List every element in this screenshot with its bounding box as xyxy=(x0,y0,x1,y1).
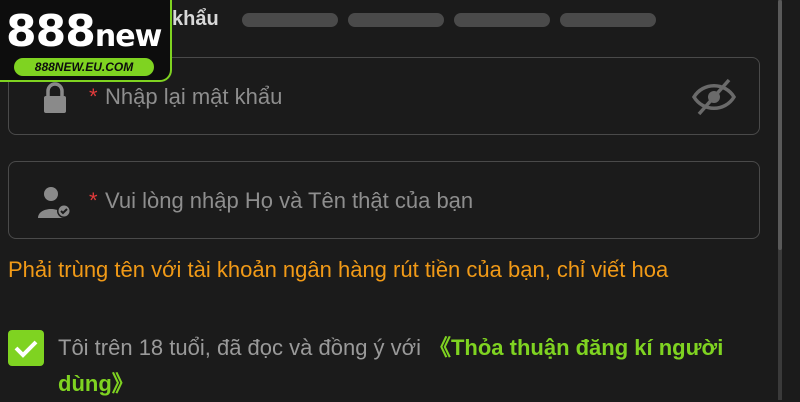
confirm-password-placeholder[interactable]: Nhập lại mật khẩu xyxy=(105,84,282,110)
logo-word: new xyxy=(94,19,162,54)
password-strength-bar-1 xyxy=(242,13,338,27)
eye-off-icon[interactable] xyxy=(691,76,737,118)
required-mark: * xyxy=(89,84,98,109)
logo-wordmark: 888new xyxy=(6,6,162,57)
agreement-statement: Tôi trên 18 tuổi, đã đọc và đồng ý với xyxy=(58,335,421,360)
full-name-placeholder[interactable]: Vui lòng nhập Họ và Tên thật của bạn xyxy=(105,188,473,214)
logo-number: 888 xyxy=(6,6,96,57)
full-name-field[interactable]: * Vui lòng nhập Họ và Tên thật của bạn xyxy=(8,161,760,239)
full-name-hint: Phải trùng tên với tài khoản ngân hàng r… xyxy=(8,257,669,282)
check-icon xyxy=(14,340,38,358)
required-mark: * xyxy=(89,188,98,213)
password-strength-bar-3 xyxy=(454,13,550,27)
agreement-checkbox[interactable] xyxy=(8,330,44,366)
lock-icon xyxy=(44,82,66,113)
password-strength-bar-2 xyxy=(348,13,444,27)
logo-url: 888NEW.EU.COM xyxy=(14,58,154,76)
user-check-icon xyxy=(38,187,71,218)
agreement-text: Tôi trên 18 tuổi, đã đọc và đồng ý với 《T… xyxy=(58,330,768,402)
password-strength-bar-4 xyxy=(560,13,656,27)
brand-logo: 888new 888NEW.EU.COM xyxy=(0,0,172,82)
password-field-label: khẩu xyxy=(172,8,219,30)
page-scrollbar-thumb[interactable] xyxy=(778,0,782,250)
